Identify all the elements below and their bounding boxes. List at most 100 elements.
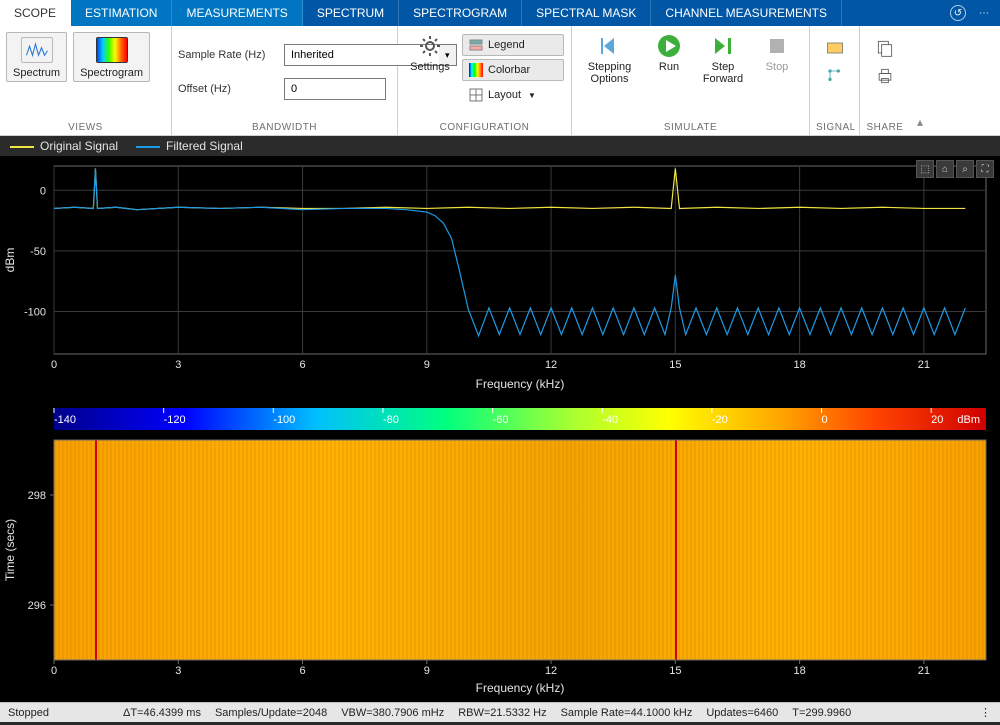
step-forward-icon [711, 34, 735, 58]
svg-text:20: 20 [931, 414, 943, 426]
spectrum-icon [21, 37, 53, 63]
section-configuration-label: CONFIGURATION [404, 120, 565, 135]
status-dt: ΔT=46.4399 ms [123, 707, 201, 719]
legend-toggle-button[interactable]: Legend [462, 34, 564, 56]
plot-legend: Original Signal Filtered Signal [0, 136, 1000, 156]
print-button[interactable] [875, 66, 895, 86]
svg-text:-100: -100 [273, 414, 295, 426]
svg-text:21: 21 [918, 665, 930, 677]
svg-text:Frequency (kHz): Frequency (kHz) [476, 681, 565, 695]
signal-bottom-button[interactable] [825, 66, 845, 86]
section-simulate-label: SIMULATE [578, 120, 803, 135]
legend-swatch-original [10, 146, 34, 148]
svg-text:-60: -60 [493, 414, 509, 426]
svg-text:Frequency (kHz): Frequency (kHz) [476, 377, 565, 391]
spectrogram-icon [96, 37, 128, 63]
settings-label: Settings [410, 61, 450, 73]
svg-text:-40: -40 [602, 414, 618, 426]
layout-icon [469, 88, 483, 102]
svg-text:18: 18 [793, 665, 805, 677]
copy-button[interactable] [875, 38, 895, 58]
colorbar-toggle-button[interactable]: Colorbar [462, 59, 564, 81]
colorbar-icon [469, 63, 483, 77]
stop-button[interactable]: Stop [751, 32, 803, 75]
svg-text:-100: -100 [24, 307, 46, 319]
svg-text:-50: -50 [30, 246, 46, 258]
plots-area: Original Signal Filtered Signal 0 3 6 9 12 15… [0, 136, 1000, 702]
layout-label: Layout [488, 89, 521, 101]
tab-spectral-mask[interactable]: SPECTRAL MASK [522, 0, 651, 26]
stop-icon [765, 34, 789, 58]
svg-text:15: 15 [669, 665, 681, 677]
status-vbw: VBW=380.7906 mHz [341, 707, 444, 719]
svg-text:9: 9 [424, 665, 430, 677]
zoom-icon[interactable]: ⌕ [956, 160, 974, 178]
signal-top-button[interactable] [825, 38, 845, 58]
run-button[interactable]: Run [643, 32, 695, 75]
offset-label: Offset (Hz) [178, 83, 278, 95]
pan-icon[interactable]: ⬚ [916, 160, 934, 178]
tab-spectrogram[interactable]: SPECTROGRAM [399, 0, 522, 26]
status-state: Stopped [8, 707, 49, 719]
status-menu-icon[interactable]: ⋮ [980, 706, 992, 719]
layout-button[interactable]: Layout ▼ [462, 84, 564, 106]
chevron-down-icon: ▼ [528, 91, 536, 100]
tabstrip: SCOPE ESTIMATION MEASUREMENTS SPECTRUM S… [0, 0, 1000, 26]
restore-defaults-icon[interactable]: ↺ [950, 5, 966, 21]
stop-label: Stop [766, 61, 789, 73]
spectrogram-chart[interactable]: -140-120-100-80-60-40-20020dBm0369121518… [0, 396, 1000, 702]
step-forward-button[interactable]: Step Forward [697, 32, 749, 87]
view-spectrum-label: Spectrum [13, 67, 60, 79]
settings-button[interactable]: Settings [404, 32, 456, 75]
status-srate: Sample Rate=44.1000 kHz [561, 707, 693, 719]
svg-text:-20: -20 [712, 414, 728, 426]
svg-text:21: 21 [918, 359, 930, 371]
tab-spectrum[interactable]: SPECTRUM [303, 0, 399, 26]
legend-original-label: Original Signal [40, 139, 118, 153]
play-icon [657, 34, 681, 58]
run-label: Run [659, 61, 679, 73]
colorbar-label: Colorbar [488, 64, 530, 76]
stepping-options-button[interactable]: Stepping Options [578, 32, 641, 87]
svg-text:298: 298 [28, 490, 46, 502]
ribbon-collapse-button[interactable]: ▴ [910, 26, 930, 135]
section-signal-label: SIGNAL [816, 120, 853, 135]
status-updates: Updates=6460 [706, 707, 778, 719]
gear-icon [418, 34, 442, 58]
stepping-label: Stepping Options [584, 61, 635, 85]
tab-channel-measurements[interactable]: CHANNEL MEASUREMENTS [651, 0, 842, 26]
step-fwd-label: Step Forward [703, 61, 743, 85]
view-spectrogram-label: Spectrogram [80, 67, 143, 79]
fullscreen-icon[interactable]: ⛶ [976, 160, 994, 178]
legend-filtered-label: Filtered Signal [166, 139, 243, 153]
svg-text:-140: -140 [54, 414, 76, 426]
status-t: T=299.9960 [792, 707, 851, 719]
view-spectrum-button[interactable]: Spectrum [6, 32, 67, 82]
svg-text:dBm: dBm [3, 248, 17, 273]
home-icon[interactable]: ⌂ [936, 160, 954, 178]
svg-text:Time (secs): Time (secs) [3, 519, 17, 581]
svg-text:296: 296 [28, 600, 46, 612]
tab-measurements[interactable]: MEASUREMENTS [172, 0, 302, 26]
section-bandwidth-label: BANDWIDTH [178, 120, 391, 135]
svg-text:15: 15 [669, 359, 681, 371]
svg-text:6: 6 [299, 359, 305, 371]
offset-input[interactable] [284, 78, 386, 100]
plot-toolbar: ⬚ ⌂ ⌕ ⛶ [916, 160, 994, 178]
tab-estimation[interactable]: ESTIMATION [71, 0, 172, 26]
section-views-label: VIEWS [6, 120, 165, 135]
spectrum-chart[interactable]: 0369121518210-50-100Frequency (kHz)dBm ⬚… [0, 156, 1000, 396]
status-spu: Samples/Update=2048 [215, 707, 327, 719]
svg-text:dBm: dBm [957, 414, 980, 426]
svg-text:18: 18 [793, 359, 805, 371]
svg-text:0: 0 [51, 359, 57, 371]
svg-text:3: 3 [175, 359, 181, 371]
legend-swatch-filtered [136, 146, 160, 148]
view-spectrogram-button[interactable]: Spectrogram [73, 32, 150, 82]
svg-text:0: 0 [51, 665, 57, 677]
more-icon[interactable]: ⋯ [976, 5, 992, 21]
tab-scope[interactable]: SCOPE [0, 0, 71, 26]
svg-text:12: 12 [545, 665, 557, 677]
svg-text:0: 0 [40, 185, 46, 197]
svg-text:9: 9 [424, 359, 430, 371]
